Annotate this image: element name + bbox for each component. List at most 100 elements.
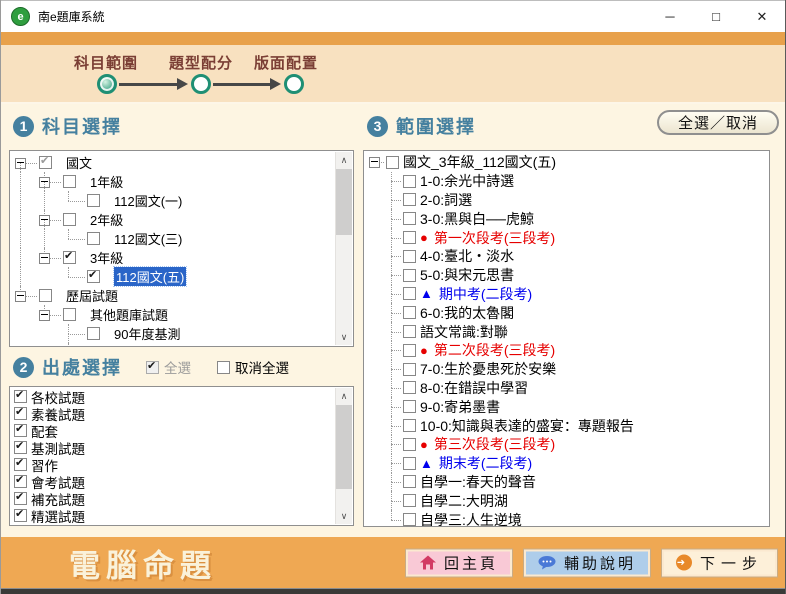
tree-item-label[interactable]: 2年級 — [90, 210, 123, 229]
source-list-item[interactable]: 基測試題 — [11, 439, 334, 457]
tree-item-label[interactable]: 歷屆試題 — [66, 286, 118, 305]
tree-checkbox[interactable] — [403, 249, 416, 263]
tree-item-label[interactable]: 1-0:余光中詩選 — [420, 171, 514, 191]
select-all-checkbox[interactable] — [146, 359, 159, 374]
collapse-minus-icon[interactable] — [15, 157, 26, 169]
tree-item-label[interactable]: 6-0:我的太魯閣 — [420, 303, 514, 323]
tree-item-label[interactable]: 8-0:在錯誤中學習 — [420, 378, 528, 398]
tree-checkbox[interactable] — [63, 213, 76, 226]
source-item-checkbox[interactable] — [14, 456, 27, 471]
tree-checkbox[interactable] — [403, 400, 416, 414]
collapse-minus-icon[interactable] — [15, 290, 26, 302]
tree-item-label[interactable]: 1年級 — [90, 172, 123, 191]
scrollbar-thumb[interactable] — [336, 169, 352, 235]
tree-item-label[interactable]: 自學一:春天的聲音 — [420, 472, 536, 492]
source-item-checkbox[interactable] — [14, 507, 27, 522]
source-list-item[interactable]: 會考試題 — [11, 473, 334, 491]
source-list-item[interactable]: 補充試題 — [11, 490, 334, 508]
source-item-checkbox[interactable] — [14, 439, 27, 454]
tree-item-label[interactable]: 3-0:黑與白──虎鯨 — [420, 209, 534, 229]
tree-item-label[interactable]: 112國文(一) — [114, 191, 182, 210]
source-item-checkbox[interactable] — [14, 490, 27, 505]
tree-checkbox[interactable] — [403, 437, 416, 451]
scroll-up-icon[interactable]: ∧ — [336, 152, 352, 168]
source-item-checkbox[interactable] — [14, 405, 27, 420]
tree-item-label[interactable]: 91年度基測 — [114, 343, 180, 346]
tree-item-label[interactable]: 第二次段考(三段考) — [434, 340, 555, 360]
tree-checkbox[interactable] — [87, 327, 100, 340]
tree-checkbox[interactable] — [386, 155, 399, 169]
maximize-button[interactable]: □ — [693, 1, 739, 32]
tree-item-label[interactable]: 語文常識:對聯 — [420, 322, 508, 342]
source-list-item[interactable]: 各校試題 — [11, 388, 334, 406]
tree-checkbox[interactable] — [403, 381, 416, 395]
tree-item-label[interactable]: 90年度基測 — [114, 324, 180, 343]
tree-checkbox[interactable] — [403, 212, 416, 226]
source-item-checkbox[interactable] — [14, 388, 27, 403]
tree-checkbox[interactable] — [87, 346, 100, 347]
help-button[interactable]: 輔助說明 — [523, 549, 650, 576]
tree-checkbox[interactable] — [403, 475, 416, 489]
tree-item-label[interactable]: 自學三:人生逆境 — [420, 510, 522, 526]
tree-checkbox[interactable] — [39, 154, 52, 169]
scrollbar-thumb[interactable] — [336, 405, 352, 489]
tree-checkbox[interactable] — [403, 193, 416, 207]
tree-item-label[interactable]: 2-0:詞選 — [420, 190, 472, 210]
tree-checkbox[interactable] — [403, 231, 416, 245]
tree-checkbox[interactable] — [403, 343, 416, 357]
tree-checkbox[interactable] — [63, 175, 76, 188]
tree-checkbox[interactable] — [87, 194, 100, 207]
tree-checkbox[interactable] — [87, 232, 100, 245]
scroll-down-icon[interactable]: ∨ — [336, 508, 352, 524]
tree-item-label[interactable]: 3年級 — [90, 248, 123, 267]
select-toggle-button[interactable]: 全選／取消 — [657, 110, 779, 135]
source-list-item[interactable]: 習作 — [11, 456, 334, 474]
scroll-up-icon[interactable]: ∧ — [336, 388, 352, 404]
tree-checkbox[interactable] — [403, 419, 416, 433]
collapse-minus-icon[interactable] — [39, 309, 50, 321]
tree-item-label[interactable]: 國文 — [66, 153, 92, 172]
tree-checkbox[interactable] — [403, 174, 416, 188]
tree-checkbox[interactable] — [403, 287, 416, 301]
collapse-minus-icon[interactable] — [39, 252, 50, 264]
tree-checkbox[interactable] — [403, 513, 416, 526]
tree-item-label[interactable]: 自學二:大明湖 — [420, 491, 508, 511]
tree-checkbox[interactable] — [403, 306, 416, 320]
tree-checkbox[interactable] — [39, 289, 52, 302]
source-list-item[interactable]: 精選試題 — [11, 507, 334, 525]
tree-item-label[interactable]: 10-0:知識與表達的盛宴：專題報告 — [420, 416, 634, 436]
scroll-down-icon[interactable]: ∨ — [336, 329, 352, 345]
collapse-minus-icon[interactable] — [39, 176, 50, 188]
deselect-all-checkbox[interactable] — [217, 360, 230, 374]
tree-checkbox[interactable] — [63, 249, 76, 264]
subject-tree-scrollbar[interactable]: ∧ ∨ — [335, 152, 352, 345]
tree-checkbox[interactable] — [403, 362, 416, 376]
collapse-minus-icon[interactable] — [39, 214, 50, 226]
tree-item-label[interactable]: 國文_3年級_112國文(五) — [403, 152, 556, 172]
source-item-checkbox[interactable] — [14, 422, 27, 437]
tree-item-label[interactable]: 5-0:與宋元思書 — [420, 265, 514, 285]
collapse-minus-icon[interactable] — [369, 157, 380, 169]
tree-item-label[interactable]: 7-0:生於憂患死於安樂 — [420, 359, 556, 379]
tree-item-label[interactable]: 112國文(三) — [114, 229, 182, 248]
tree-checkbox[interactable] — [87, 268, 100, 283]
source-list-item[interactable]: 素養試題 — [11, 405, 334, 423]
close-button[interactable]: ✕ — [739, 1, 785, 32]
next-step-button[interactable]: ➜ 下一步 — [661, 549, 777, 576]
tree-item-label[interactable]: 112國文(五) — [112, 266, 188, 287]
tree-item-label[interactable]: 4-0:臺北・淡水 — [420, 246, 514, 266]
source-list-scrollbar[interactable]: ∧ ∨ — [335, 388, 352, 524]
tree-checkbox[interactable] — [403, 494, 416, 508]
tree-checkbox[interactable] — [403, 325, 416, 339]
tree-checkbox[interactable] — [403, 456, 416, 470]
tree-item-label[interactable]: 第一次段考(三段考) — [434, 228, 555, 248]
home-button[interactable]: 回主頁 — [405, 549, 512, 576]
tree-item-label[interactable]: 期中考(二段考) — [439, 284, 532, 304]
tree-item-label[interactable]: 第三次段考(三段考) — [434, 434, 555, 454]
tree-item-label[interactable]: 其他題庫試題 — [90, 305, 168, 324]
tree-item-label[interactable]: 9-0:寄弟墨書 — [420, 397, 500, 417]
tree-item-label[interactable]: 期末考(二段考) — [439, 453, 532, 473]
source-item-checkbox[interactable] — [14, 473, 27, 488]
tree-checkbox[interactable] — [63, 308, 76, 321]
minimize-button[interactable]: ─ — [647, 1, 693, 32]
